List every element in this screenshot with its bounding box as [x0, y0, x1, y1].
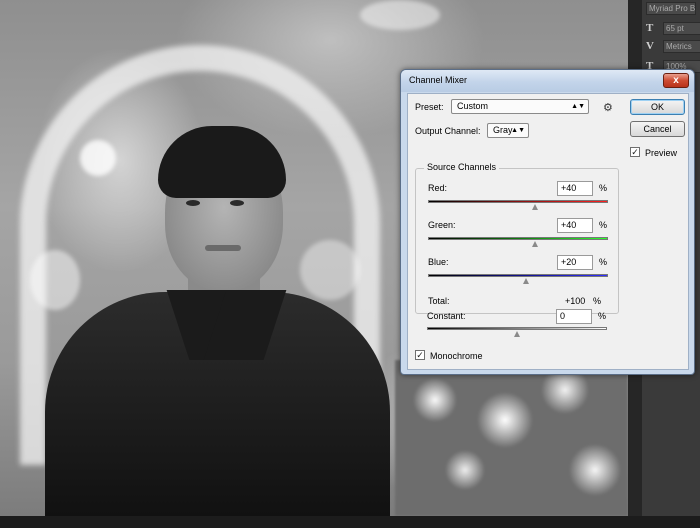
bokeh-light: [80, 140, 116, 176]
font-size-icon: T: [646, 22, 654, 34]
red-unit: %: [599, 183, 608, 193]
green-slider-thumb[interactable]: [532, 241, 539, 248]
flower-bouquet: [395, 360, 628, 516]
total-value: +100: [565, 296, 586, 306]
total-unit: %: [593, 296, 602, 306]
bokeh-light: [360, 0, 440, 30]
channel-mixer-dialog: Channel Mixer x Preset: Custom ▲▼ ⚙ Outp…: [400, 69, 695, 375]
preview-label: Preview: [645, 148, 678, 158]
red-slider-track[interactable]: [428, 200, 608, 203]
blue-slider-track[interactable]: [428, 274, 608, 277]
person-eye-left: [186, 200, 200, 206]
select-arrows-icon: ▲▼: [571, 103, 585, 110]
constant-unit: %: [598, 311, 607, 321]
constant-slider-track[interactable]: [427, 327, 607, 330]
monochrome-label: Monochrome: [430, 351, 483, 361]
output-channel-select[interactable]: Gray ▲▼: [487, 123, 529, 138]
green-unit: %: [599, 220, 608, 230]
font-size-row: T 65 pt: [646, 20, 700, 36]
source-channels-group: Source Channels Red: +40 % Green: +40 % …: [415, 162, 619, 314]
dialog-title: Channel Mixer: [409, 75, 468, 85]
dialog-body: Preset: Custom ▲▼ ⚙ Output Channel: Gray…: [407, 93, 689, 370]
kerning-icon: V: [646, 40, 654, 52]
preset-label: Preset:: [415, 102, 444, 112]
blue-unit: %: [599, 257, 608, 267]
green-value-input[interactable]: +40: [557, 218, 593, 233]
monochrome-checkbox[interactable]: ✓: [415, 350, 425, 360]
constant-slider-thumb[interactable]: [514, 331, 521, 338]
select-arrows-icon: ▲▼: [511, 127, 525, 134]
output-channel-value: Gray: [493, 125, 513, 135]
kerning-field[interactable]: Metrics: [663, 39, 700, 53]
preset-options-gear-icon[interactable]: ⚙: [603, 101, 613, 114]
blue-label: Blue:: [428, 257, 449, 267]
dialog-titlebar[interactable]: Channel Mixer x: [401, 70, 694, 92]
bokeh-light: [30, 250, 80, 310]
font-family-row: Myriad Pro Bo: [646, 0, 696, 16]
preview-checkbox[interactable]: ✓: [630, 147, 640, 157]
green-label: Green:: [428, 220, 456, 230]
red-slider-thumb[interactable]: [532, 204, 539, 211]
total-label: Total:: [428, 296, 450, 306]
constant-value-input[interactable]: 0: [556, 309, 592, 324]
status-bar: [0, 516, 700, 528]
blue-slider-thumb[interactable]: [523, 278, 530, 285]
person-mouth: [205, 245, 241, 251]
preset-select[interactable]: Custom ▲▼: [451, 99, 589, 114]
output-channel-label: Output Channel:: [415, 126, 481, 136]
close-button[interactable]: x: [663, 73, 689, 88]
red-value-input[interactable]: +40: [557, 181, 593, 196]
bokeh-light: [300, 240, 360, 300]
preset-value: Custom: [457, 101, 489, 111]
kerning-row: V Metrics: [646, 38, 700, 54]
ok-button[interactable]: OK: [630, 99, 685, 115]
red-label: Red:: [428, 183, 448, 193]
font-size-field[interactable]: 65 pt: [663, 21, 700, 35]
constant-label: Constant:: [427, 311, 466, 321]
blue-value-input[interactable]: +20: [557, 255, 593, 270]
font-family-field[interactable]: Myriad Pro Bo: [646, 1, 696, 15]
source-channels-title: Source Channels: [424, 162, 500, 172]
cancel-button[interactable]: Cancel: [630, 121, 685, 137]
person-eye-right: [230, 200, 244, 206]
green-slider-track[interactable]: [428, 237, 608, 240]
